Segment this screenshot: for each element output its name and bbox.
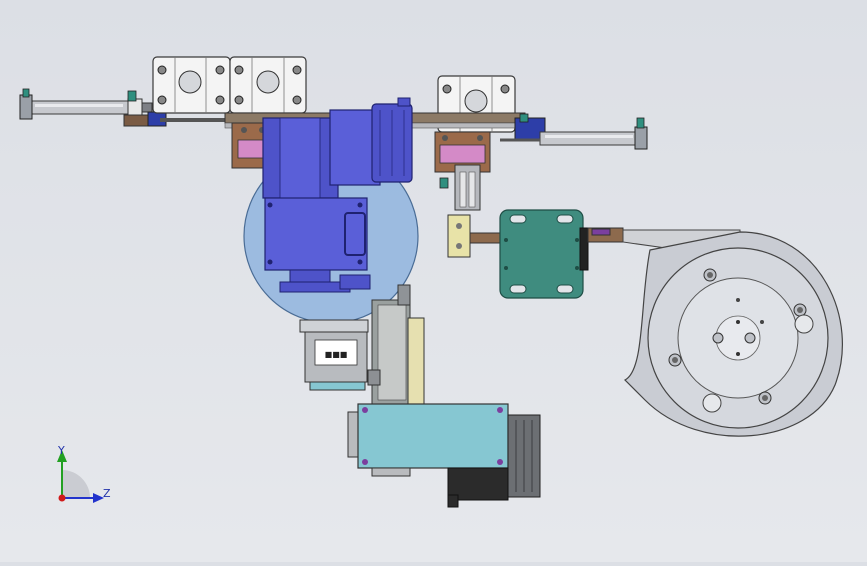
- feeder-bowl: [623, 231, 843, 437]
- y-axis-label: Y: [57, 444, 65, 457]
- cyan-mounting-block: [347, 403, 509, 477]
- triad-plane: [62, 470, 90, 498]
- x-axis-dot: [58, 494, 66, 502]
- teal-mounting-plate: [469, 209, 589, 299]
- svg-text:■■■: ■■■: [325, 350, 348, 359]
- white-clamp-block-middle: [229, 56, 307, 114]
- right-pneumatic-cylinder: [500, 113, 648, 150]
- cad-viewport[interactable]: ■■■ Y Z: [0, 0, 867, 562]
- small-gripper-unit: ■■■: [299, 319, 381, 391]
- z-axis-label: Z: [103, 487, 111, 500]
- white-clamp-block-left: [152, 56, 231, 114]
- assembly-drawing: ■■■ Y Z: [19, 56, 843, 508]
- coordinate-triad[interactable]: Y Z: [57, 444, 111, 503]
- vertical-column: [371, 284, 425, 407]
